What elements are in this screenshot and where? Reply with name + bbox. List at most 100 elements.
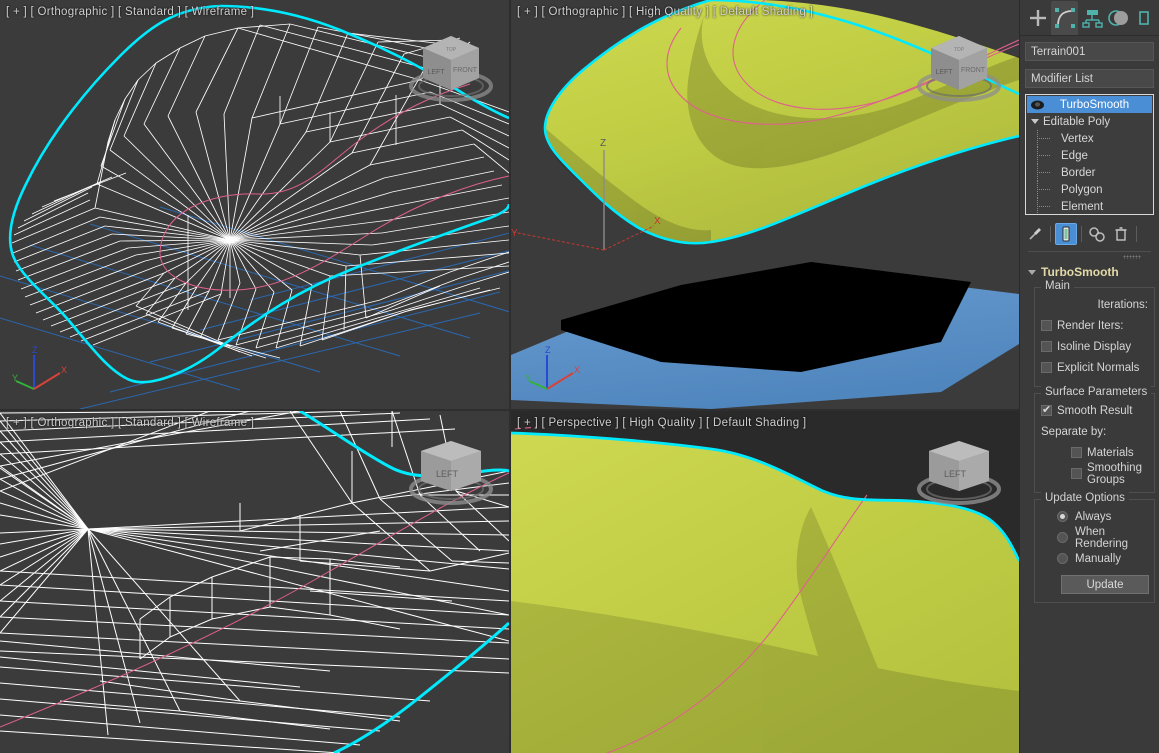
svg-text:Y: Y — [12, 373, 18, 383]
smooth-result-checkbox[interactable] — [1041, 403, 1052, 416]
sub-object-edge[interactable]: Edge — [1027, 147, 1152, 164]
rollout-header[interactable]: TurboSmooth — [1026, 263, 1155, 281]
isoline-display-checkbox[interactable] — [1041, 341, 1052, 352]
viewport-top-left[interactable]: [ + ] [ Orthographic ] [ Standard ] [ Wi… — [0, 0, 509, 409]
tab-create[interactable] — [1024, 1, 1051, 35]
max-application-window: [ + ] [ Orthographic ] [ Standard ] [ Wi… — [0, 0, 1159, 753]
chevron-down-icon[interactable] — [1031, 119, 1039, 124]
motion-circles-icon — [1107, 9, 1128, 26]
svg-text:Z: Z — [600, 138, 606, 149]
viewport-bottom-left[interactable]: [ + ] [ Orthographic ] [ Standard ] [ Wi… — [0, 411, 509, 753]
hierarchy-icon — [1081, 9, 1103, 28]
show-end-result-button[interactable] — [1055, 223, 1077, 245]
svg-text:X: X — [654, 216, 661, 227]
viewport-grid: [ + ] [ Orthographic ] [ Standard ] [ Wi… — [0, 0, 1019, 753]
row-isoline-display[interactable]: Isoline Display — [1041, 336, 1148, 357]
row-update-always[interactable]: Always — [1041, 506, 1148, 527]
make-unique-icon — [1089, 227, 1105, 242]
svg-text:TOP: TOP — [954, 47, 965, 53]
explicit-normals-checkbox[interactable] — [1041, 362, 1052, 373]
svg-text:FRONT: FRONT — [961, 67, 986, 74]
separate-smoothing-groups-checkbox[interactable] — [1071, 468, 1082, 479]
panel-resize-grip[interactable] — [1028, 251, 1151, 261]
viewport-label-top-left[interactable]: [ + ] [ Orthographic ] [ Standard ] [ Wi… — [6, 6, 254, 18]
render-iters-checkbox[interactable] — [1041, 320, 1052, 331]
object-name-field[interactable]: Terrain001 — [1025, 42, 1154, 61]
modifier-stack[interactable]: TurboSmooth Editable Poly Vertex Edge Bo… — [1025, 94, 1154, 215]
sub-object-element[interactable]: Element — [1027, 198, 1152, 214]
smooth-result-label: Smooth Result — [1057, 404, 1133, 417]
modify-curve-icon — [1054, 7, 1075, 28]
separate-materials-label: Materials — [1087, 446, 1134, 459]
group-main: Main Iterations: Render Iters: Isoline D… — [1034, 280, 1155, 387]
axis-tripod-top-left: Z X Y — [12, 345, 67, 390]
update-button[interactable]: Update — [1061, 575, 1149, 594]
svg-text:LEFT: LEFT — [427, 69, 445, 76]
svg-text:FRONT: FRONT — [453, 67, 478, 74]
update-always-radio[interactable] — [1057, 511, 1068, 522]
row-render-iters[interactable]: Render Iters: — [1041, 315, 1148, 336]
trash-icon — [1115, 227, 1127, 241]
make-unique-button[interactable] — [1086, 223, 1108, 245]
modifier-stack-item-turbosmooth[interactable]: TurboSmooth — [1027, 96, 1152, 113]
row-update-manually[interactable]: Manually — [1041, 548, 1148, 569]
chevron-down-icon — [1028, 269, 1036, 275]
sub-object-label: Border — [1061, 166, 1096, 179]
group-title: Main — [1041, 280, 1074, 292]
explicit-normals-label: Explicit Normals — [1057, 361, 1140, 374]
group-update-options: Update Options Always When Rendering Man… — [1034, 492, 1155, 603]
modifier-list-dropdown[interactable]: Modifier List — [1025, 69, 1154, 88]
group-surface-parameters: Surface Parameters Smooth Result Separat… — [1034, 386, 1155, 493]
command-panel-tabs — [1020, 0, 1159, 36]
viewport-top-right[interactable]: [ + ] [ Orthographic ] [ High Quality ] … — [511, 0, 1019, 409]
tab-modify[interactable] — [1051, 0, 1078, 35]
update-when-rendering-radio[interactable] — [1057, 532, 1068, 543]
pin-stack-button[interactable] — [1024, 223, 1046, 245]
modifier-stack-label: Editable Poly — [1043, 115, 1111, 128]
sub-object-label: Vertex — [1061, 132, 1094, 145]
group-title: Update Options — [1041, 492, 1129, 504]
row-smooth-result[interactable]: Smooth Result — [1041, 400, 1148, 421]
isoline-display-label: Isoline Display — [1057, 340, 1132, 353]
row-iterations[interactable]: Iterations: — [1041, 294, 1149, 315]
pin-icon — [1029, 228, 1041, 240]
svg-text:Y: Y — [525, 373, 531, 383]
remove-modifier-button[interactable] — [1110, 223, 1132, 245]
row-explicit-normals[interactable]: Explicit Normals — [1041, 357, 1148, 378]
sub-object-vertex[interactable]: Vertex — [1027, 130, 1152, 147]
tab-display[interactable] — [1132, 1, 1159, 35]
modifier-stack-item-editable-poly[interactable]: Editable Poly — [1027, 113, 1152, 130]
svg-text:Z: Z — [545, 345, 551, 355]
viewcube-bottom-right[interactable]: LEFT — [911, 433, 1011, 521]
tab-motion[interactable] — [1105, 1, 1132, 35]
row-separate-smoothing-groups[interactable]: Smoothing Groups — [1041, 462, 1148, 486]
toolbar-divider — [1136, 226, 1137, 242]
tab-hierarchy[interactable] — [1078, 1, 1105, 35]
sub-object-label: Element — [1061, 200, 1104, 213]
display-icon — [1138, 10, 1149, 25]
render-iters-label: Render Iters: — [1057, 319, 1124, 332]
update-when-rendering-label: When Rendering — [1075, 525, 1129, 550]
separate-materials-checkbox[interactable] — [1071, 447, 1082, 458]
toolbar-divider — [1081, 226, 1082, 242]
update-always-label: Always — [1075, 510, 1112, 523]
viewport-bottom-right[interactable]: [ + ] [ Perspective ] [ High Quality ] [… — [511, 411, 1019, 753]
viewcube-top-right[interactable]: LEFT FRONT TOP — [911, 24, 1011, 112]
sub-object-polygon[interactable]: Polygon — [1027, 181, 1152, 198]
row-separate-by: Separate by: — [1041, 421, 1148, 442]
viewport-label-bottom-right[interactable]: [ + ] [ Perspective ] [ High Quality ] [… — [517, 417, 806, 429]
update-manually-radio[interactable] — [1057, 553, 1068, 564]
svg-text:LEFT: LEFT — [935, 69, 953, 76]
svg-text:LEFT: LEFT — [436, 469, 459, 479]
iterations-label: Iterations: — [1097, 298, 1149, 311]
sub-object-border[interactable]: Border — [1027, 164, 1152, 181]
viewport-label-top-right[interactable]: [ + ] [ Orthographic ] [ High Quality ] … — [517, 6, 813, 18]
viewcube-top-left[interactable]: LEFT FRONT TOP — [403, 24, 503, 112]
viewport-label-bottom-left[interactable]: [ + ] [ Orthographic ] [ Standard ] [ Wi… — [6, 417, 254, 429]
row-update-when-rendering[interactable]: When Rendering — [1041, 525, 1148, 550]
sub-object-label: Edge — [1061, 149, 1088, 162]
viewcube-bottom-left[interactable]: LEFT — [403, 433, 503, 521]
command-panel: Terrain001 Modifier List TurboSmooth Edi… — [1019, 0, 1159, 753]
row-separate-materials[interactable]: Materials — [1041, 442, 1148, 463]
lightbulb-icon[interactable] — [1029, 98, 1045, 111]
